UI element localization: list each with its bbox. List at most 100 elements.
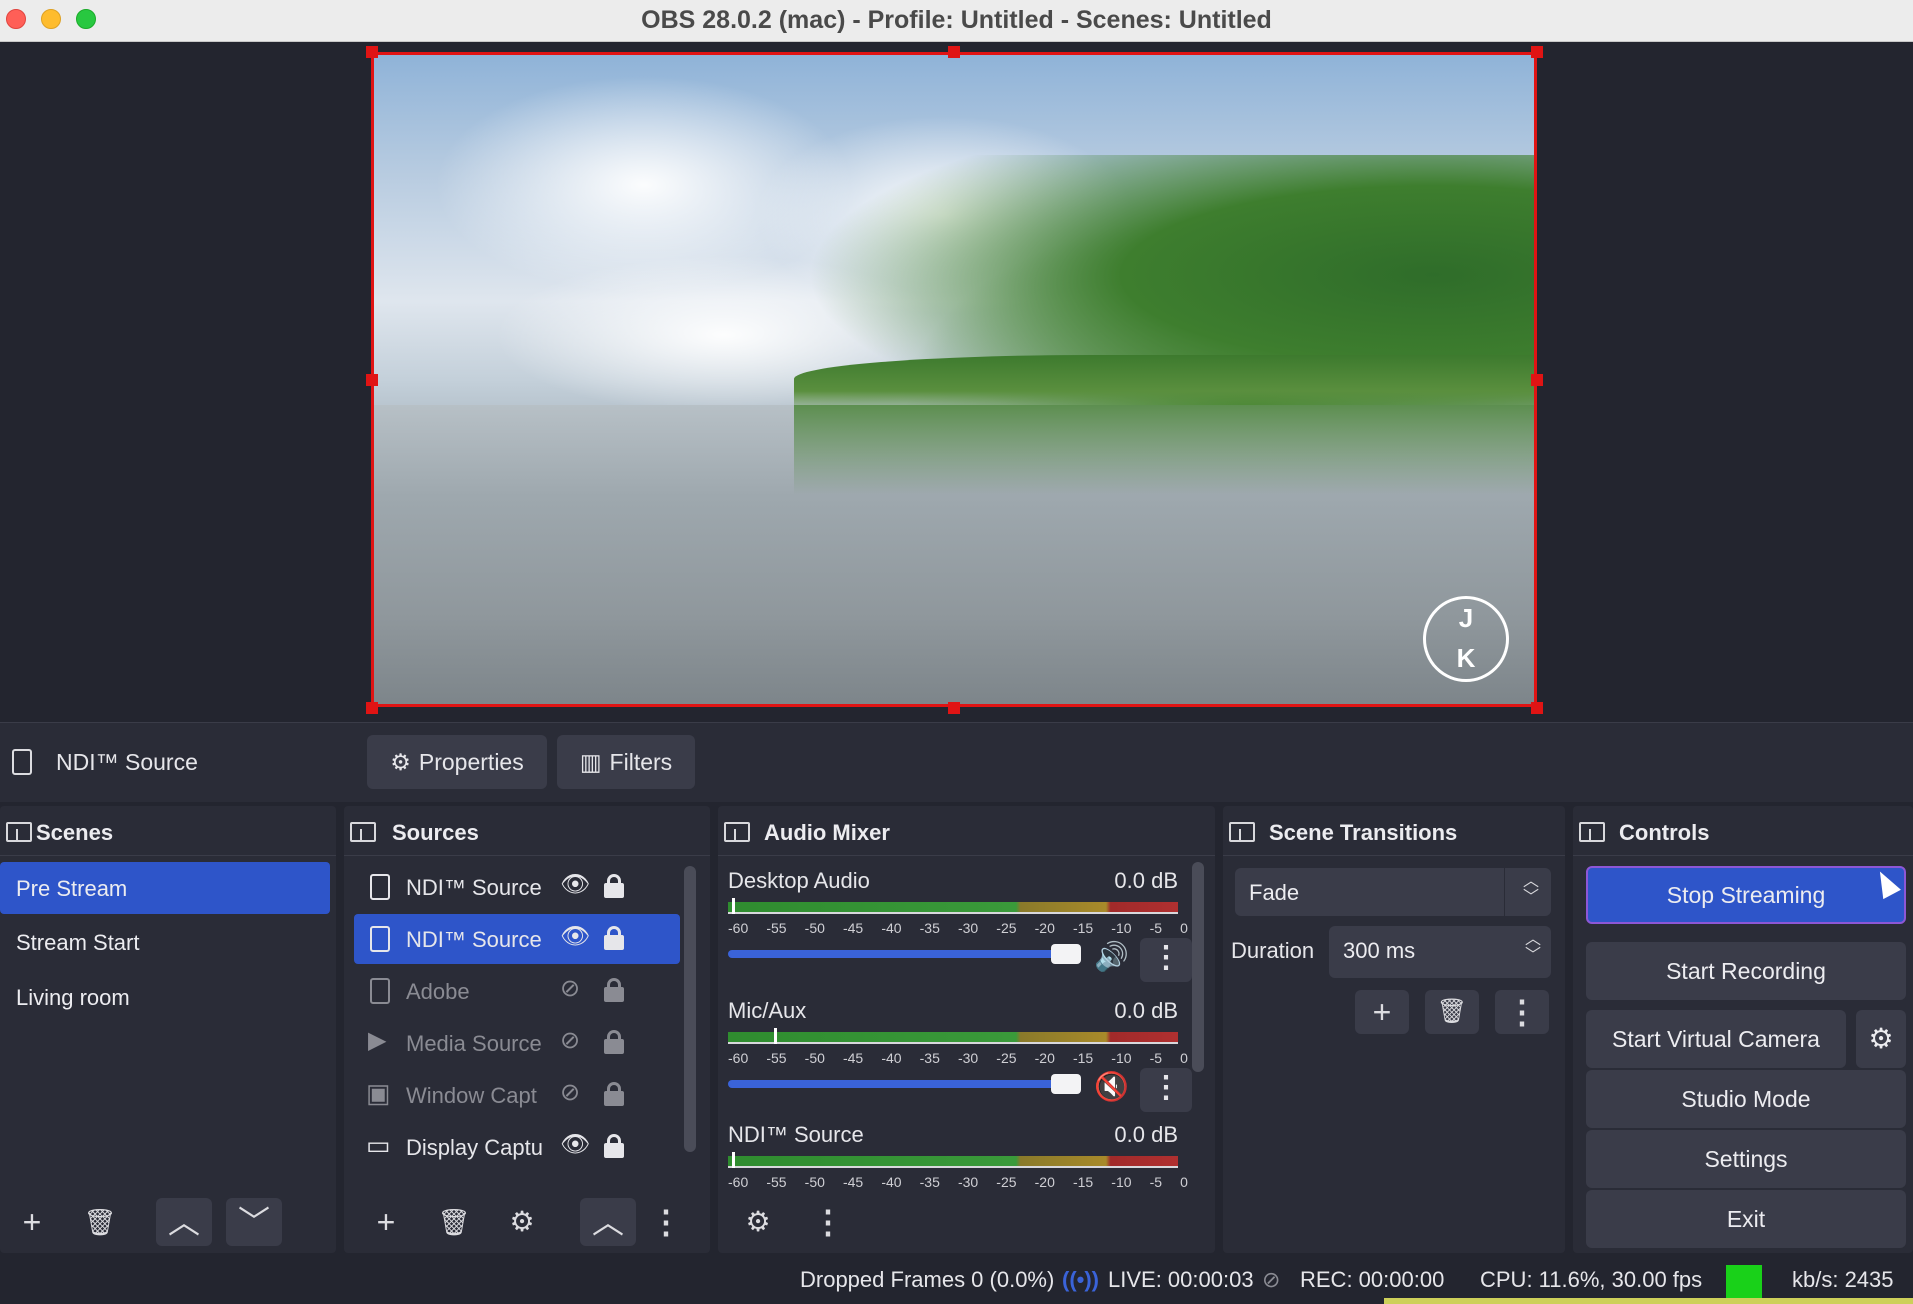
- meter-tick-label: -30: [957, 1174, 979, 1190]
- channel-menu-button[interactable]: ⋮: [1140, 1068, 1192, 1112]
- dock-icon: [350, 822, 376, 842]
- stepper-icon[interactable]: ︿ ﹀: [1525, 932, 1541, 964]
- volume-meter: [728, 1028, 1178, 1044]
- scene-item[interactable]: Living room: [0, 971, 330, 1023]
- scene-item[interactable]: Stream Start: [0, 916, 330, 968]
- source-properties-button[interactable]: ⚙: [494, 1198, 550, 1246]
- display-icon: ▭: [366, 1130, 391, 1160]
- properties-button[interactable]: ⚙ Properties: [367, 735, 547, 789]
- slider-knob[interactable]: [1051, 1074, 1081, 1094]
- move-source-up-button[interactable]: ︿: [580, 1198, 636, 1246]
- meter-tick-label: -15: [1072, 920, 1094, 936]
- source-row[interactable]: NDI™ Source 👁: [354, 862, 680, 912]
- source-row[interactable]: ▭ Display Captu 👁: [354, 1122, 680, 1172]
- water-reflection: [794, 405, 1534, 495]
- meter-tick-label: -35: [919, 920, 940, 936]
- lock-icon[interactable]: [604, 1082, 624, 1106]
- sources-scrollbar[interactable]: [684, 866, 696, 1152]
- meter-tick-label: -55: [766, 1050, 787, 1066]
- move-scene-down-button[interactable]: ﹀: [226, 1198, 282, 1246]
- visibility-eye-icon[interactable]: 👁: [560, 1130, 590, 1159]
- virtual-camera-settings-button[interactable]: ⚙: [1856, 1010, 1906, 1068]
- lock-icon[interactable]: [604, 978, 624, 1002]
- start-recording-button[interactable]: Start Recording: [1586, 942, 1906, 1000]
- add-source-button[interactable]: +: [358, 1198, 414, 1246]
- play-icon: ▶: [368, 1027, 387, 1054]
- meter-tick-label: -30: [957, 920, 979, 936]
- lock-icon[interactable]: [604, 1134, 624, 1158]
- volume-slider[interactable]: [728, 1074, 1081, 1094]
- meter-tick-label: -40: [881, 1050, 902, 1066]
- scenes-dock: Scenes Pre Stream Stream Start Living ro…: [0, 806, 336, 1253]
- lock-icon[interactable]: [604, 1030, 624, 1054]
- filters-button[interactable]: ▥ Filters: [557, 735, 695, 789]
- speaker-icon[interactable]: 🔊: [1094, 940, 1129, 973]
- meter-tick-label: -35: [919, 1174, 940, 1190]
- source-row[interactable]: Adobe ⊘: [354, 966, 680, 1016]
- remove-source-button[interactable]: 🗑: [426, 1198, 482, 1246]
- stop-streaming-button[interactable]: Stop Streaming: [1586, 866, 1906, 924]
- source-row[interactable]: ▶ Media Source ⊘: [354, 1018, 680, 1068]
- hidden-eye-icon[interactable]: ⊘: [560, 974, 580, 1003]
- window-icon: ▣: [366, 1078, 391, 1108]
- transition-select[interactable]: Fade ︿ ﹀: [1235, 868, 1551, 916]
- scene-item[interactable]: Pre Stream: [0, 862, 330, 914]
- resize-handle[interactable]: [948, 46, 960, 58]
- resize-handle[interactable]: [1531, 702, 1543, 714]
- meter-tick-label: -15: [1072, 1050, 1094, 1066]
- audio-mixer-title: Audio Mixer: [764, 820, 890, 845]
- hidden-eye-icon[interactable]: ⊘: [560, 1026, 580, 1055]
- resize-handle[interactable]: [948, 702, 960, 714]
- file-icon: [12, 749, 32, 775]
- studio-mode-button[interactable]: Studio Mode: [1586, 1070, 1906, 1128]
- title-bar: OBS 28.0.2 (mac) - Profile: Untitled - S…: [0, 0, 1913, 42]
- start-virtual-camera-button[interactable]: Start Virtual Camera: [1586, 1010, 1846, 1068]
- meter-tick-label: -25: [996, 1050, 1017, 1066]
- settings-button[interactable]: Settings: [1586, 1130, 1906, 1188]
- dock-icon: [1229, 822, 1255, 842]
- preview-canvas[interactable]: J K: [371, 52, 1537, 707]
- resize-handle[interactable]: [366, 46, 378, 58]
- resize-handle[interactable]: [366, 374, 378, 386]
- hidden-eye-icon[interactable]: ⊘: [560, 1078, 580, 1107]
- dock-icon: [724, 822, 750, 842]
- resize-handle[interactable]: [366, 702, 378, 714]
- lock-icon[interactable]: [604, 926, 624, 950]
- selected-source-label: NDI™ Source: [56, 749, 198, 775]
- advanced-audio-settings-button[interactable]: ⚙: [730, 1198, 786, 1246]
- resize-handle[interactable]: [1531, 46, 1543, 58]
- sources-dock: Sources NDI™ Source 👁 NDI™ Source 👁 Adob…: [344, 806, 710, 1253]
- source-row[interactable]: NDI™ Source 👁: [354, 914, 680, 964]
- visibility-eye-icon[interactable]: 👁: [560, 870, 590, 899]
- add-transition-button[interactable]: +: [1355, 990, 1409, 1034]
- file-icon: [370, 874, 390, 900]
- source-row[interactable]: ▣ Window Capt ⊘: [354, 1070, 680, 1120]
- mixer-scrollbar[interactable]: [1192, 862, 1204, 1072]
- slider-knob[interactable]: [1051, 944, 1081, 964]
- transition-properties-button[interactable]: ⋮: [1495, 990, 1549, 1034]
- muted-speaker-icon[interactable]: 🔇: [1094, 1070, 1129, 1103]
- volume-slider[interactable]: [728, 944, 1081, 964]
- window-title: OBS 28.0.2 (mac) - Profile: Untitled - S…: [641, 6, 1272, 34]
- channel-menu-button[interactable]: ⋮: [1140, 938, 1192, 982]
- meter-tick-label: -50: [804, 1050, 825, 1066]
- mixer-more-button[interactable]: ⋮: [800, 1198, 856, 1246]
- audio-mixer-dock: Audio Mixer Desktop Audio 0.0 dB -60 -55-…: [718, 806, 1215, 1253]
- updown-icon: ︿ ﹀: [1522, 873, 1539, 906]
- lock-icon[interactable]: [604, 874, 624, 898]
- visibility-eye-icon[interactable]: 👁: [560, 922, 590, 951]
- meter-tick-label: -20: [1034, 1174, 1055, 1190]
- meter-tick-label: -55: [766, 1174, 787, 1190]
- sources-more-button[interactable]: ⋮: [648, 1198, 684, 1246]
- resize-handle[interactable]: [1531, 374, 1543, 386]
- live-broadcast-icon: ((•)): [1062, 1267, 1100, 1292]
- move-scene-up-button[interactable]: ︿: [156, 1198, 212, 1246]
- preview-area[interactable]: J K: [0, 42, 1913, 722]
- add-scene-button[interactable]: +: [4, 1198, 60, 1246]
- exit-button[interactable]: Exit: [1586, 1190, 1906, 1248]
- cpu-fps: CPU: 11.6%, 30.00 fps: [1480, 1267, 1703, 1292]
- remove-scene-button[interactable]: 🗑: [72, 1198, 128, 1246]
- remove-transition-button[interactable]: 🗑: [1425, 990, 1479, 1034]
- duration-input[interactable]: 300 ms ︿ ﹀: [1329, 926, 1551, 978]
- gear-icon: ⚙: [390, 748, 411, 775]
